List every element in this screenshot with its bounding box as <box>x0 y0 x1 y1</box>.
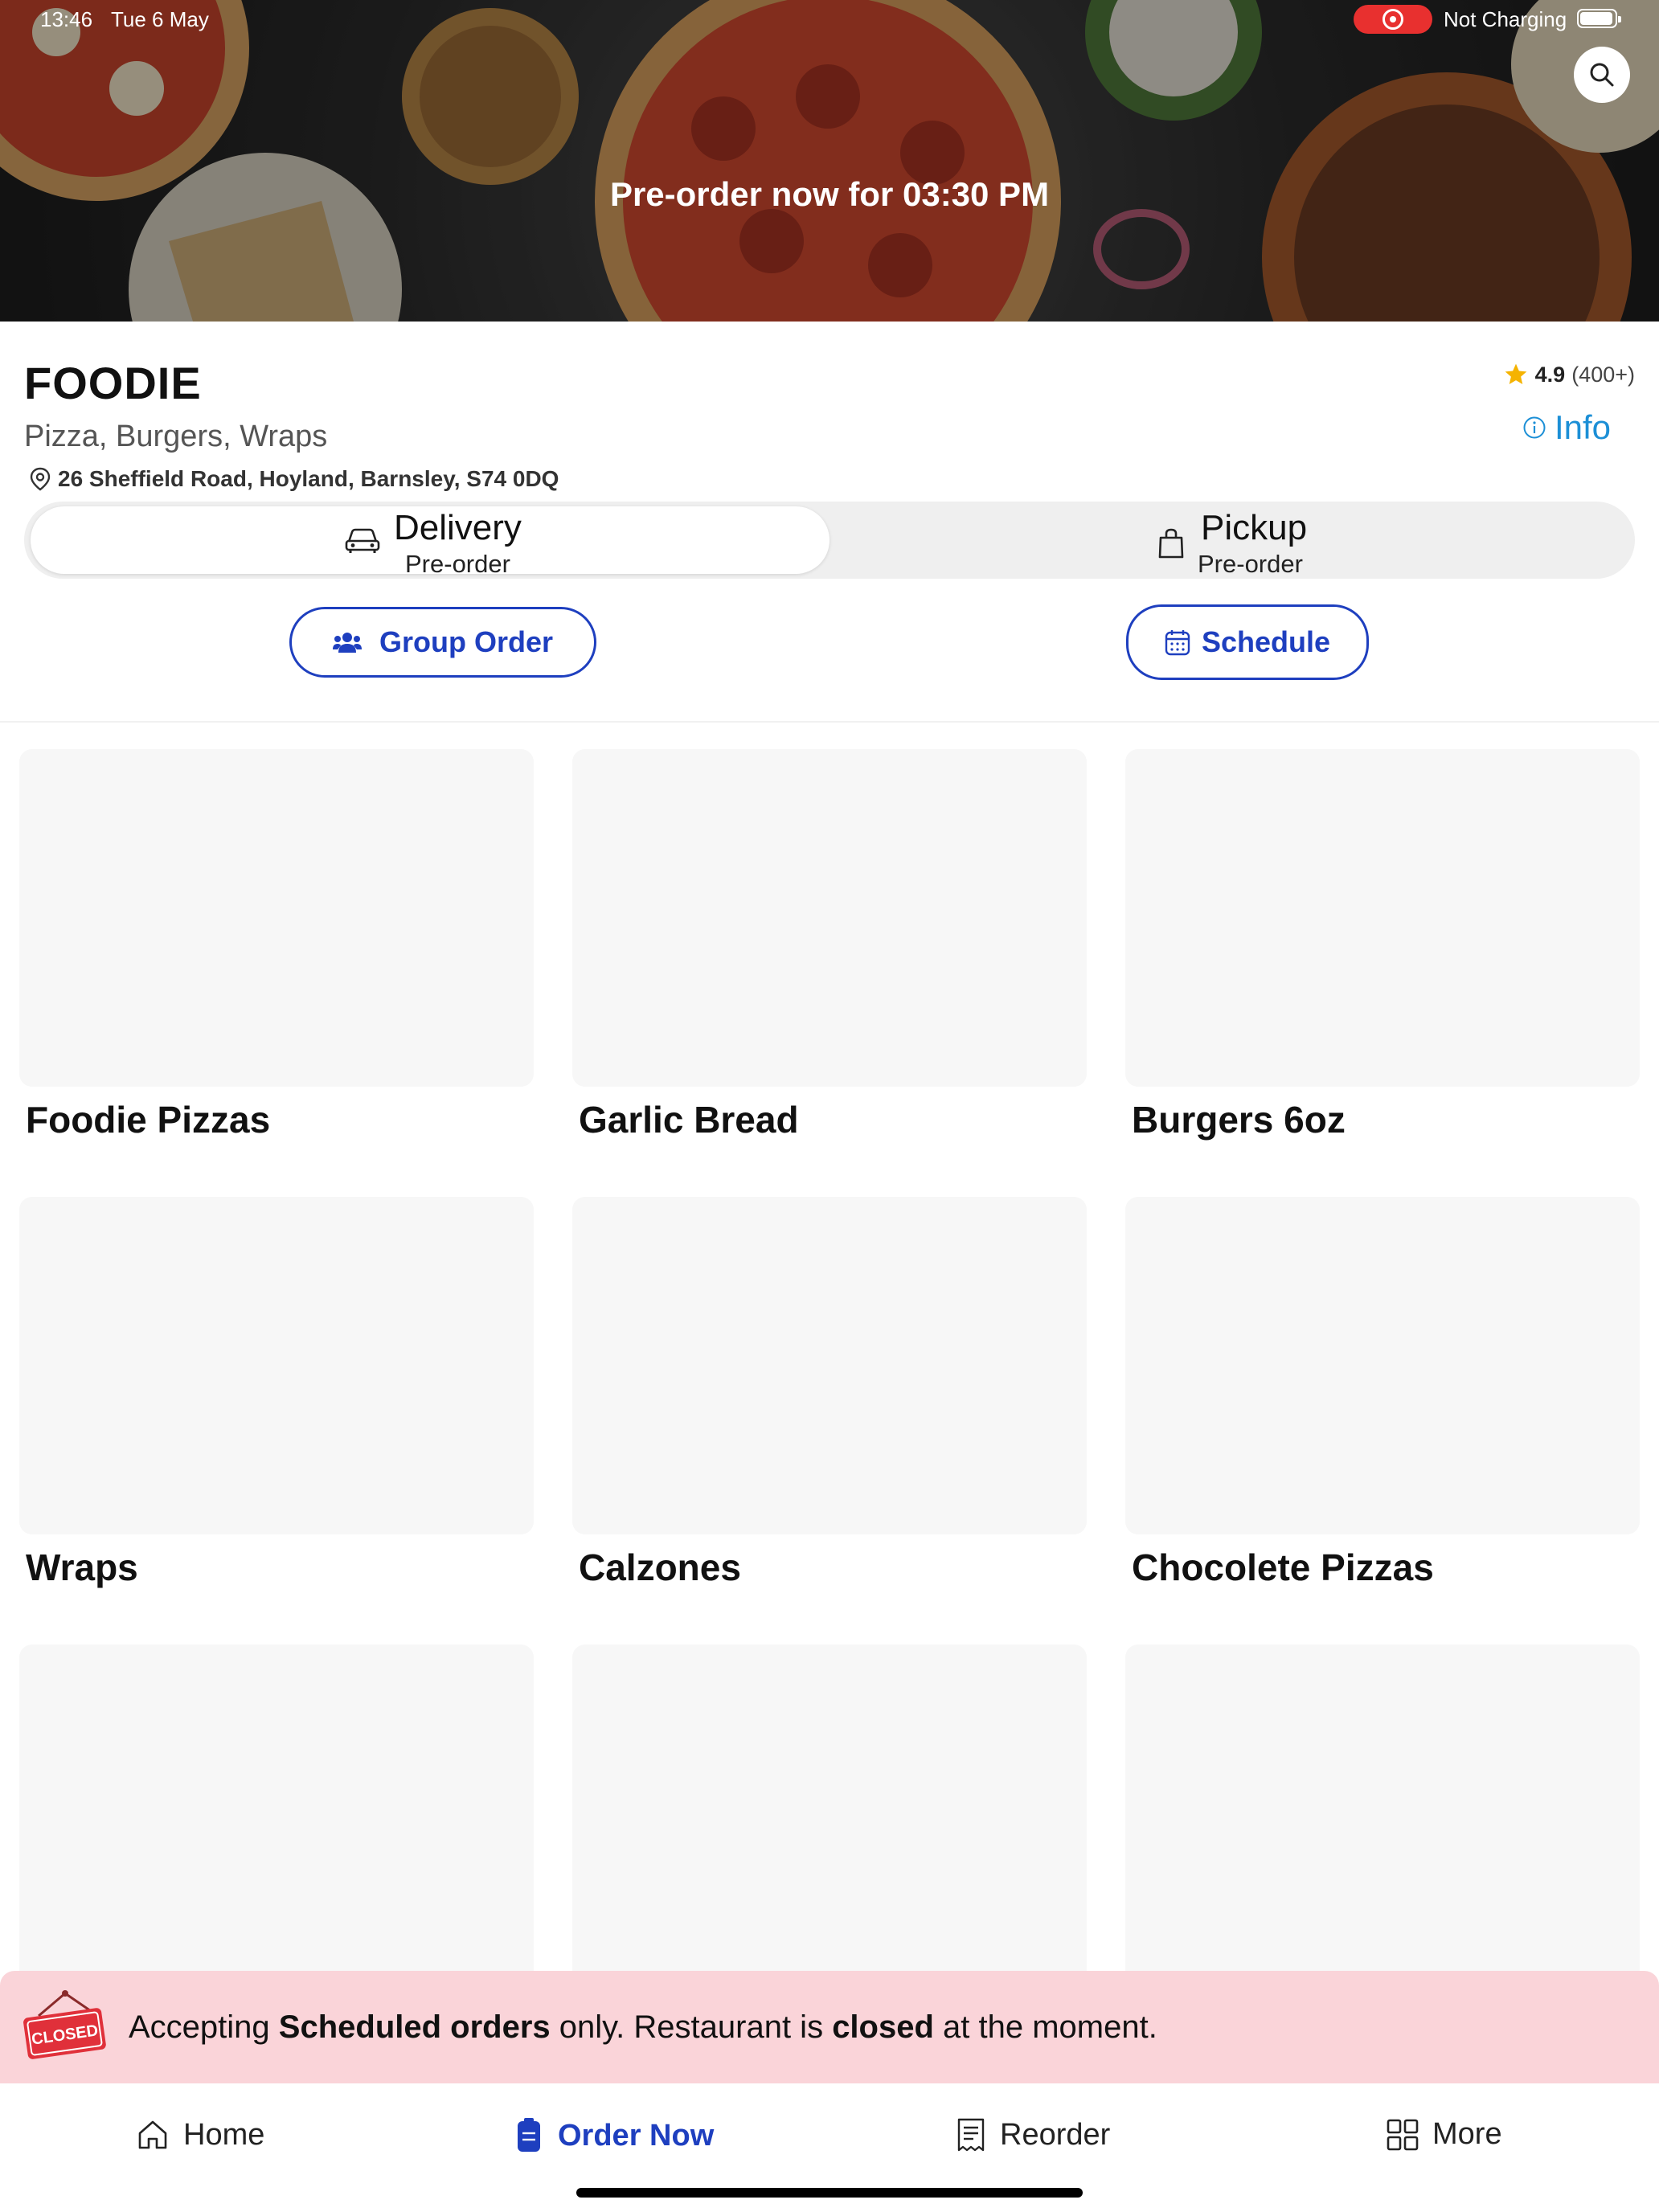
star-icon <box>1505 363 1526 384</box>
nav-home[interactable]: Home <box>135 2117 264 2153</box>
category-label: Foodie Pizzas <box>26 1099 271 1141</box>
rating-value: 4.9 <box>1534 362 1566 387</box>
category-card[interactable]: Calzones <box>572 1197 1087 1589</box>
category-card[interactable] <box>1125 1645 1640 1993</box>
schedule-label: Schedule <box>1201 625 1331 658</box>
group-order-button[interactable]: Group Order <box>289 607 596 678</box>
status-bar: 13:46 Tue 6 May Not Charging <box>0 0 1659 39</box>
category-label: Garlic Bread <box>579 1099 799 1141</box>
category-card[interactable]: Chocolete Pizzas <box>1125 1197 1640 1589</box>
category-image <box>1125 1645 1640 1982</box>
nav-reorder-label: Reorder <box>1000 2117 1111 2152</box>
category-card[interactable]: Wraps <box>19 1197 534 1589</box>
pickup-title: Pickup <box>1201 508 1308 547</box>
restaurant-name: FOODIE <box>24 358 202 408</box>
home-indicator <box>576 2188 1083 2198</box>
category-card[interactable] <box>19 1645 534 1993</box>
restaurant-cuisines: Pizza, Burgers, Wraps <box>24 420 328 453</box>
rating-count: (400+) <box>1571 362 1635 387</box>
category-card[interactable]: Burgers 6oz <box>1125 749 1640 1141</box>
preorder-title: Pre-order now for 03:30 PM <box>609 175 1050 213</box>
section-divider <box>0 721 1659 723</box>
search-button[interactable] <box>1574 47 1630 103</box>
status-time: 13:46 <box>40 7 93 31</box>
rating: 4.9 (400+) <box>1503 362 1635 387</box>
info-button[interactable]: Info <box>1522 408 1611 447</box>
bottom-nav: Home Order Now Reorder More <box>0 2083 1659 2212</box>
info-icon <box>1523 416 1546 439</box>
delivery-title: Delivery <box>394 508 522 547</box>
category-card[interactable]: Foodie Pizzas <box>19 749 534 1141</box>
receipt-icon <box>957 2118 985 2152</box>
car-icon <box>345 528 380 553</box>
category-image <box>19 749 534 1087</box>
pickup-subtitle: Pre-order <box>1198 550 1303 578</box>
category-label: Burgers 6oz <box>1132 1099 1346 1141</box>
category-image <box>19 1645 534 1982</box>
schedule-button[interactable]: Schedule <box>1126 604 1369 680</box>
delivery-option[interactable]: Delivery Pre-order <box>31 506 830 578</box>
bag-icon <box>1158 528 1184 559</box>
category-image <box>572 1645 1087 1982</box>
order-type-toggle: Delivery Pre-order Pickup Pre-order <box>24 502 1635 579</box>
battery-icon <box>1577 9 1621 28</box>
category-image <box>19 1197 534 1534</box>
nav-home-label: Home <box>183 2117 265 2152</box>
closed-banner: CLOSED Accepting Scheduled orders only. … <box>0 1971 1659 2083</box>
info-label: Info <box>1554 408 1611 446</box>
status-date: Tue 6 May <box>111 7 209 31</box>
category-image <box>572 749 1087 1087</box>
restaurant-address: 26 Sheffield Road, Hoyland, Barnsley, S7… <box>29 466 559 492</box>
home-icon <box>138 2120 167 2149</box>
pickup-option[interactable]: Pickup Pre-order <box>830 506 1628 578</box>
hero-banner: 13:46 Tue 6 May Not Charging Pre-order n… <box>0 0 1659 322</box>
category-label: Wraps <box>26 1546 138 1588</box>
closed-sign-icon: CLOSED <box>23 1990 106 2059</box>
nav-order-now-label: Order Now <box>558 2118 715 2153</box>
category-label: Calzones <box>579 1546 741 1588</box>
category-image <box>1125 749 1640 1087</box>
category-card[interactable]: Garlic Bread <box>572 749 1087 1141</box>
delivery-subtitle: Pre-order <box>405 550 510 578</box>
group-icon <box>332 633 362 653</box>
category-image <box>1125 1197 1640 1534</box>
location-pin-icon <box>30 467 51 491</box>
nav-reorder[interactable]: Reorder <box>955 2117 1110 2153</box>
nav-more-label: More <box>1432 2117 1502 2151</box>
group-order-label: Group Order <box>379 625 554 658</box>
calendar-icon <box>1165 630 1190 656</box>
closed-message: Accepting Scheduled orders only. Restaur… <box>129 2009 1157 2045</box>
search-icon <box>1590 63 1614 87</box>
category-label: Chocolete Pizzas <box>1132 1546 1434 1588</box>
order-icon <box>518 2118 540 2152</box>
hero-food-image <box>0 0 1659 322</box>
category-card[interactable] <box>572 1645 1087 1993</box>
address-text: 26 Sheffield Road, Hoyland, Barnsley, S7… <box>58 466 559 491</box>
nav-more[interactable]: More <box>1386 2117 1502 2152</box>
charging-status: Not Charging <box>1444 7 1567 31</box>
screen-record-icon <box>1354 5 1432 34</box>
category-image <box>572 1197 1087 1534</box>
grid-icon <box>1387 2119 1419 2150</box>
nav-order-now[interactable]: Order Now <box>513 2117 714 2154</box>
